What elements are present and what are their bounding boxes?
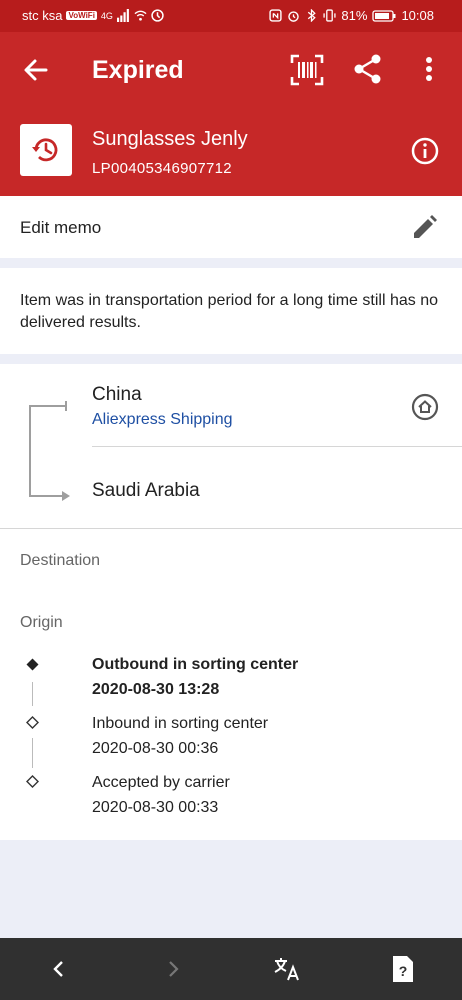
home-icon[interactable] (410, 392, 440, 422)
arrow-back-icon[interactable] (20, 54, 52, 86)
svg-text:?: ? (399, 963, 408, 979)
app-header: Expired Sunglasses Jenly LP0040534690771… (0, 32, 462, 196)
chevron-right-icon (169, 961, 179, 977)
tracking-number: LP00405346907712 (92, 160, 232, 177)
event-title: Inbound in sorting center (92, 715, 269, 732)
timeline-connector (32, 738, 33, 768)
event-time: 2020-08-30 00:33 (92, 799, 219, 816)
item-name: Sunglasses Jenly (92, 128, 248, 150)
help-document-icon: ? (393, 956, 413, 982)
battery-percent: 81% (341, 8, 368, 23)
timeline-dot-filled-icon (26, 658, 39, 671)
timeline-dot-icon (26, 775, 39, 788)
carrier-name: stc ksa (22, 8, 63, 23)
bluetooth-icon (308, 9, 317, 22)
edit-memo-label: Edit memo (20, 218, 102, 237)
vowifi-badge: VoWiFi (66, 11, 97, 20)
battery-icon (372, 9, 396, 22)
event-time: 2020-08-30 13:28 (92, 681, 220, 698)
event-time: 2020-08-30 00:36 (92, 740, 219, 757)
wifi-icon (134, 10, 147, 21)
network-type: 4G (100, 10, 113, 21)
share-icon[interactable] (352, 52, 384, 86)
route-card: China Aliexpress Shipping Saudi Arabia D… (0, 364, 462, 840)
route-divider (92, 446, 462, 447)
help-button[interactable]: ? (388, 954, 418, 984)
alarm-icon (288, 11, 300, 22)
nfc-icon (269, 9, 283, 22)
page-title: Expired (92, 56, 184, 84)
status-message-card: Item was in transportation period for a … (0, 268, 462, 354)
system-status-bar: stc ksa VoWiFi 4G 81% 10:08 (0, 0, 462, 32)
event-title: Outbound in sorting center (92, 656, 299, 673)
info-icon[interactable] (410, 136, 440, 166)
edit-memo-row[interactable]: Edit memo (0, 196, 462, 258)
history-icon (32, 138, 58, 162)
translate-button[interactable] (272, 954, 302, 984)
vibrate-icon (323, 9, 336, 22)
timeline-dot-icon (26, 716, 39, 729)
barcode-scan-icon[interactable] (290, 54, 324, 86)
item-status-icon-box (20, 124, 72, 176)
chevron-left-icon (53, 961, 63, 977)
route-connector-icon (29, 401, 70, 501)
event-title: Accepted by carrier (92, 774, 230, 791)
origin-section-label: Origin (20, 614, 63, 631)
timeline-connector (32, 682, 33, 706)
nav-back-button[interactable] (44, 954, 74, 984)
section-divider (0, 528, 462, 529)
destination-country: Saudi Arabia (92, 480, 200, 501)
data-saver-icon (151, 9, 164, 22)
more-vert-icon[interactable] (414, 52, 444, 86)
system-nav-bar: ? (0, 938, 462, 1000)
status-message-text: Item was in transportation period for a … (20, 292, 438, 331)
nav-forward-button[interactable] (158, 954, 188, 984)
translate-icon (274, 958, 299, 981)
signal-icon (116, 9, 129, 22)
origin-country: China (92, 384, 142, 405)
pencil-icon[interactable] (408, 212, 440, 244)
destination-section-label: Destination (20, 552, 101, 569)
clock: 10:08 (401, 8, 434, 23)
carrier-link[interactable]: Aliexpress Shipping (92, 411, 233, 429)
